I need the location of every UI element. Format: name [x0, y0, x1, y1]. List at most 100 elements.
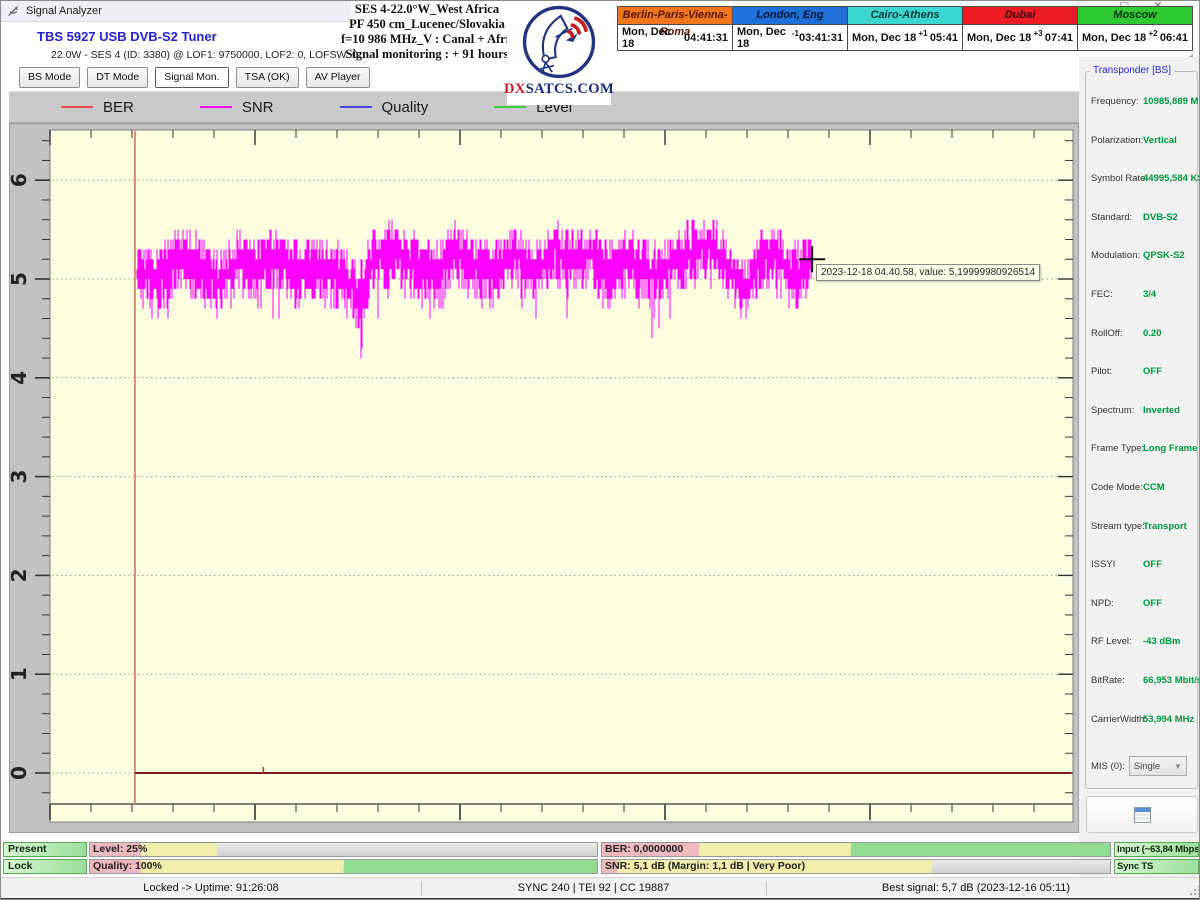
clock-time: 07:41: [1045, 32, 1073, 44]
legend-label: BER: [103, 99, 134, 116]
app-window: ▢ ✕ Signal Analyzer TBS 5927 USB DVB-S2 …: [0, 0, 1200, 900]
clock-dubai: DubaiMon, Dec 18+307:41: [962, 6, 1078, 51]
bar-segment: [699, 843, 851, 856]
transponder-value: OFF: [1143, 366, 1162, 377]
clock-city-label: Berlin-Paris-Vienna-Roma: [618, 7, 732, 25]
legend-item-ber: BER: [61, 99, 134, 116]
transponder-label: RF Level:: [1091, 636, 1132, 647]
transponder-label: BitRate:: [1091, 675, 1125, 686]
bar-segment: [141, 860, 344, 873]
transponder-row: Standard:DVB-S2: [1091, 212, 1132, 224]
transponder-value: Vertical: [1143, 135, 1177, 146]
y-axis-label: 3: [10, 470, 31, 484]
clock-city-label: Dubai: [963, 7, 1077, 25]
transponder-value: 3/4: [1143, 289, 1156, 300]
bar-segment: [141, 843, 217, 856]
quality-bar-label: Quality: 100%: [93, 860, 162, 873]
present-button[interactable]: Present: [3, 842, 87, 857]
mis-dropdown[interactable]: Single ▼: [1129, 756, 1187, 776]
ber-bar: BER: 0,0000000: [601, 842, 1111, 857]
clock-time: 05:41: [930, 32, 958, 44]
resize-grip-icon[interactable]: [1189, 886, 1199, 896]
input-rate-button[interactable]: Input (~63,84 Mbps): [1114, 842, 1199, 857]
transponder-value: QPSK-S2: [1143, 250, 1185, 261]
clock-date: Mon, Dec 18: [1082, 32, 1146, 44]
tab-signal-mon[interactable]: Signal Mon.: [155, 67, 228, 88]
clock-time: 06:41: [1160, 32, 1188, 44]
transponder-label: Modulation:: [1091, 250, 1140, 261]
transponder-label: FEC:: [1091, 289, 1113, 300]
clock-cairo-athens: Cairo-AthensMon, Dec 18+105:41: [847, 6, 963, 51]
clock-utc-offset: -1: [792, 29, 799, 38]
sync-ts-button[interactable]: Sync TS: [1114, 859, 1199, 874]
header-line: f=10 986 MHz_V : Canal + Africa: [341, 32, 513, 47]
status-uptime: Locked -> Uptime: 91:26:08: [1, 878, 421, 898]
clock-time: 03:41:31: [799, 32, 843, 44]
chevron-down-icon: ▼: [1174, 762, 1182, 771]
transponder-value: DVB-S2: [1143, 212, 1178, 223]
snr-bar-label: SNR: 5,1 dB (Margin: 1,1 dB | Very Poor): [605, 860, 805, 873]
transponder-row: Pilot:OFF: [1091, 366, 1112, 378]
logo-text-rest: SATCS.COM: [526, 81, 614, 97]
mis-label: MIS (0):: [1091, 761, 1125, 772]
details-button[interactable]: [1086, 796, 1198, 833]
window-title: Signal Analyzer: [26, 5, 102, 17]
transponder-row: Frame Type:Long Frame: [1091, 443, 1144, 455]
clock-time-row: Mon, Dec 18-103:41:31: [733, 25, 847, 50]
satellite-dish-icon: [517, 3, 601, 81]
signal-chart-plot[interactable]: 0123456: [10, 124, 1078, 832]
legend-swatch-icon: [61, 106, 93, 108]
app-icon: [7, 5, 20, 18]
transponder-row: BitRate:66,953 Mbit/s: [1091, 675, 1125, 687]
transponder-row: Stream type:Transport: [1091, 521, 1145, 533]
ber-bar-label: BER: 0,0000000: [605, 843, 683, 856]
tab-dt-mode[interactable]: DT Mode: [87, 67, 148, 88]
tab-bs-mode[interactable]: BS Mode: [19, 67, 80, 88]
legend-item-quality: Quality: [340, 99, 429, 116]
mis-selected-value: Single: [1134, 761, 1160, 772]
transponder-value: OFF: [1143, 559, 1162, 570]
clock-utc-offset: +3: [1033, 29, 1042, 38]
transponder-row: ISSYIOFF: [1091, 559, 1115, 571]
clock-time-row: Mon, Dec 18+307:41: [963, 25, 1077, 50]
transponder-label: Frame Type:: [1091, 443, 1144, 454]
clock-berlin-paris-vienna-roma: Berlin-Paris-Vienna-RomaMon, Dec 1804:41…: [617, 6, 733, 51]
legend-item-snr: SNR: [200, 99, 274, 116]
y-axis-label: 6: [10, 173, 31, 187]
transponder-value: 0.20: [1143, 328, 1162, 339]
transponder-label: NPD:: [1091, 598, 1114, 609]
clock-moscow: MoscowMon, Dec 18+206:41: [1077, 6, 1193, 51]
transponder-row: Frequency:10985,889 MHz: [1091, 96, 1139, 108]
chart-tooltip: 2023-12-18 04.40.58, value: 5,1999998092…: [816, 264, 1040, 281]
y-axis-label: 4: [10, 371, 31, 385]
tab-av-player[interactable]: AV Player: [306, 67, 370, 88]
transponder-value: Transport: [1143, 521, 1187, 532]
clock-time: 04:41:31: [684, 32, 728, 44]
transponder-groupbox: Frequency:10985,889 MHz Polarization:Vert…: [1085, 71, 1198, 789]
logo-text: DXSATCS.COM: [504, 81, 614, 98]
mode-tabs: BS Mode DT Mode Signal Mon. TSA (OK) AV Play…: [19, 67, 370, 88]
transponder-row: Polarization:Vertical: [1091, 135, 1143, 147]
clock-date: Mon, Dec 18: [737, 26, 792, 50]
mis-row: MIS (0): Single ▼: [1091, 756, 1187, 776]
transponder-value: 53,994 MHz: [1143, 714, 1194, 725]
tuner-name: TBS 5927 USB DVB-S2 Tuner: [37, 29, 217, 44]
clock-london-eng: London, EngMon, Dec 18-103:41:31: [732, 6, 848, 51]
status-best-signal: Best signal: 5,7 dB (2023-12-16 05:11): [766, 878, 1186, 898]
transponder-value: Long Frame: [1143, 443, 1197, 454]
tab-tsa-ok[interactable]: TSA (OK): [236, 67, 299, 88]
signal-chart-panel: 0123456: [9, 123, 1079, 833]
legend-swatch-icon: [494, 106, 526, 108]
clock-utc-offset: +1: [918, 29, 927, 38]
transponder-value: -43 dBm: [1143, 636, 1180, 647]
clock-city-label: Cairo-Athens: [848, 7, 962, 25]
monitoring-header: SES 4-22.0°W_West Africa PF 450 cm_Lucen…: [341, 2, 513, 62]
clock-time-row: Mon, Dec 18+105:41: [848, 25, 962, 50]
transponder-label: RollOff:: [1091, 328, 1123, 339]
level-bar-label: Level: 25%: [93, 843, 147, 856]
transponder-row: Code Mode:CCM: [1091, 482, 1143, 494]
lock-button[interactable]: Lock: [3, 859, 87, 874]
y-axis-label: 2: [10, 568, 31, 582]
transponder-value: 10985,889 MHz: [1143, 96, 1200, 107]
clock-utc-offset: +2: [1148, 29, 1157, 38]
